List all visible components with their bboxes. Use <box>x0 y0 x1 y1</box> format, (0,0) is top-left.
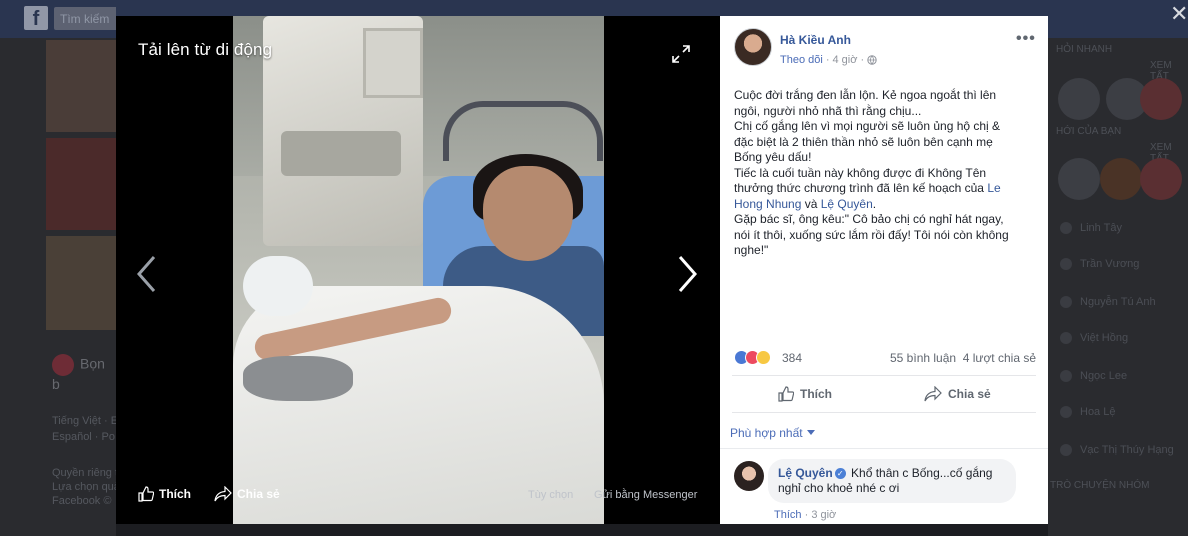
contact-item: Việt Hồng <box>1060 332 1128 345</box>
post-panel: Hà Kiều Anh Theo dõi · 4 giờ · ••• Cuộc … <box>720 16 1048 524</box>
facebook-logo-icon: f <box>24 6 48 30</box>
sidebar-avatar <box>1100 158 1142 200</box>
contact-item: Vạc Thị Thúy Hạng <box>1060 444 1174 457</box>
mention-link[interactable]: Hong Nhung <box>734 197 801 211</box>
comment-actions: Thích · 3 giờ <box>774 509 837 521</box>
post-time[interactable]: 4 giờ <box>832 54 857 66</box>
contact-item: Hoa Lệ <box>1060 406 1115 419</box>
mention-link[interactable]: Lệ Quyên <box>821 197 873 211</box>
sort-label: Phù hợp nhất <box>730 426 803 440</box>
chat-heading: TRÒ CHUYỆN NHÓM <box>1050 480 1150 491</box>
viewer-share-button[interactable]: Chia sẻ <box>214 486 280 502</box>
viewer-options-link[interactable]: Tùy chọn <box>528 489 573 501</box>
reactions-summary[interactable] <box>734 350 771 365</box>
sidebar-heading: HỎI NHANH <box>1056 44 1113 55</box>
sidebar-heading: HỚI CỦA BẠN <box>1056 126 1122 137</box>
comment-bubble: Lệ Quyên ✓ Khổ thân c Bống...cố gắng nghỉ… <box>768 459 1016 503</box>
contact-item: Nguyễn Tú Anh <box>1060 296 1156 309</box>
divider <box>732 412 1036 413</box>
comment-item: Lệ Quyên ✓ Khổ thân c Bống...cố gắng nghỉ… <box>720 448 1048 524</box>
contact-item: Trần Vương <box>1060 258 1139 271</box>
close-icon[interactable]: ✕ <box>1170 3 1188 25</box>
contact-item: Ngọc Lee <box>1060 370 1127 383</box>
contact-item: Linh Tây <box>1060 222 1122 235</box>
thumbs-up-icon <box>138 486 154 502</box>
next-photo-icon[interactable] <box>674 254 700 294</box>
left-thumbnail <box>46 138 116 230</box>
reaction-count[interactable]: 384 <box>782 351 802 365</box>
follow-link[interactable]: Theo dõi <box>780 54 823 66</box>
post-share-button[interactable]: Chia sẻ <box>924 386 991 402</box>
send-messenger-link[interactable]: Gửi bằng Messenger <box>594 489 697 501</box>
left-footer-text: Tiếng Việt · E <box>52 415 119 427</box>
comments-shares-count[interactable]: 55 bình luận 4 lượt chia sẻ <box>890 351 1036 365</box>
post-share-label: Chia sẻ <box>948 387 991 401</box>
viewer-footer: Thích Chia sẻ Tùy chọn Gửi bằng Messenge… <box>116 478 720 524</box>
sad-reaction-icon <box>756 350 771 365</box>
previous-photo-icon[interactable] <box>134 254 160 294</box>
viewer-title: Tải lên từ di động <box>138 40 273 59</box>
post-text: Cuộc đời trắng đen lẫn lộn. Kẻ ngoa ngoắ… <box>734 88 1009 257</box>
share-arrow-icon <box>214 486 232 502</box>
divider <box>732 375 1036 376</box>
comment-sort-dropdown[interactable]: Phù hợp nhất <box>730 426 815 440</box>
photo-image <box>233 16 604 524</box>
left-feed-column <box>0 38 116 536</box>
share-arrow-icon <box>924 386 942 402</box>
sidebar-avatar <box>1058 158 1100 200</box>
verified-badge-icon: ✓ <box>834 468 846 480</box>
commenter-avatar[interactable] <box>734 461 764 491</box>
author-name[interactable]: Hà Kiều Anh <box>780 33 851 47</box>
comment-like-button[interactable]: Thích <box>774 509 802 521</box>
comment-time[interactable]: 3 giờ <box>811 509 836 521</box>
viewer-like-label: Thích <box>159 487 191 501</box>
viewer-share-label: Chia sẻ <box>237 487 280 501</box>
sidebar-avatar <box>1140 78 1182 120</box>
left-thumbnail <box>46 40 116 132</box>
expand-icon[interactable] <box>672 45 690 63</box>
sidebar-avatar <box>1058 78 1100 120</box>
viewer-like-button[interactable]: Thích <box>138 486 191 502</box>
globe-icon <box>867 55 877 65</box>
author-avatar[interactable] <box>734 28 772 66</box>
left-footer-text: Facebook © <box>52 495 112 507</box>
photo-viewer: Tải lên từ di động Thích Chia sẻ Tùy chọ… <box>116 16 720 524</box>
mention-link[interactable]: Le <box>987 181 1000 195</box>
left-thumbnail <box>46 236 116 330</box>
post-like-label: Thích <box>800 387 832 401</box>
commenter-name[interactable]: Lệ Quyên <box>778 466 833 480</box>
left-footer-text: Español · Po <box>52 431 115 443</box>
search-input: Tìm kiếm <box>54 7 116 30</box>
post-more-options-icon[interactable]: ••• <box>1016 30 1036 48</box>
sidebar-avatar <box>1140 158 1182 200</box>
post-stats: 384 55 bình luận 4 lượt chia sẻ <box>734 349 1036 369</box>
left-footer-text: Quyền riêng tư <box>52 467 126 479</box>
chevron-down-icon <box>806 430 815 435</box>
post-like-button[interactable]: Thích <box>778 386 832 402</box>
post-meta: Theo dõi · 4 giờ · <box>780 54 877 66</box>
left-page-item: Bọn b <box>52 354 105 392</box>
thumbs-up-icon <box>778 386 794 402</box>
